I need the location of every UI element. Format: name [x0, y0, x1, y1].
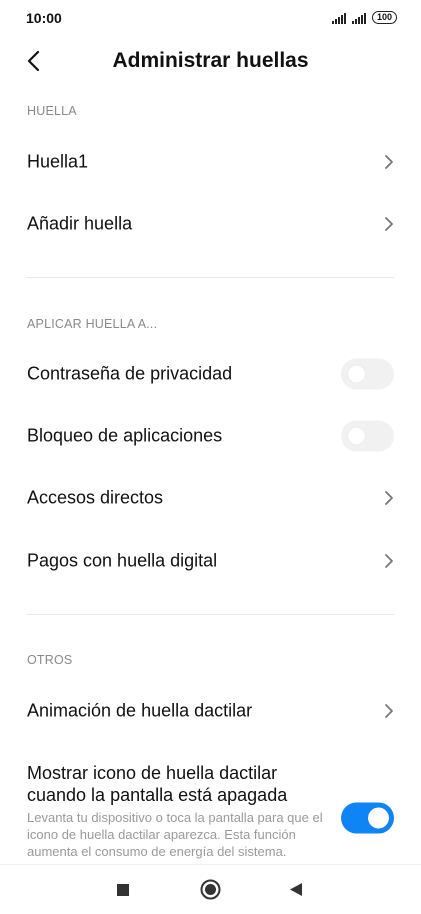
row-label: Bloqueo de aplicaciones — [27, 425, 223, 446]
battery-icon: 100 — [371, 11, 397, 24]
section-header-huella: HUELLA — [27, 104, 77, 118]
app-lock-toggle[interactable] — [341, 420, 394, 452]
home-circle-icon — [200, 879, 221, 900]
chevron-right-icon — [385, 704, 393, 718]
row-shortcuts[interactable]: Accesos directos — [0, 468, 421, 528]
row-label: Mostrar icono de huella dactilar cuando … — [27, 763, 288, 805]
app-header: Administrar huellas — [0, 42, 421, 80]
recents-button[interactable] — [116, 883, 130, 902]
divider — [27, 277, 394, 278]
recents-square-icon — [117, 884, 129, 896]
chevron-right-icon — [385, 155, 393, 169]
row-show-icon-screen-off[interactable]: Mostrar icono de huella dactilar cuando … — [0, 762, 421, 864]
divider — [27, 614, 394, 615]
nav-back-button[interactable] — [289, 882, 303, 902]
status-time: 10:00 — [26, 10, 62, 26]
row-huella1[interactable]: Huella1 — [0, 132, 421, 192]
back-triangle-icon — [290, 883, 302, 896]
show-icon-screen-off-toggle[interactable] — [341, 802, 394, 834]
chevron-right-icon — [385, 554, 393, 568]
privacy-password-toggle[interactable] — [341, 358, 394, 390]
status-icons: 100 — [331, 11, 397, 24]
page-title: Administrar huellas — [112, 49, 309, 72]
signal-icon — [331, 12, 346, 24]
system-nav-bar — [0, 864, 421, 914]
toggle-knob — [348, 427, 365, 445]
row-label: Accesos directos — [27, 487, 164, 508]
section-header-otros: OTROS — [27, 653, 73, 667]
chevron-right-icon — [385, 217, 393, 231]
section-header-aplicar: APLICAR HUELLA A... — [27, 317, 158, 331]
toggle-knob — [348, 365, 365, 383]
toggle-knob — [368, 807, 389, 829]
row-add-fingerprint[interactable]: Añadir huella — [0, 194, 421, 254]
signal-icon — [351, 12, 366, 24]
row-label: Contraseña de privacidad — [27, 363, 233, 384]
row-label: Animación de huella dactilar — [27, 700, 253, 721]
chevron-right-icon — [385, 491, 393, 505]
row-fingerprint-payments[interactable]: Pagos con huella digital — [0, 531, 421, 591]
status-bar: 10:00 100 — [0, 0, 421, 36]
row-fingerprint-animation[interactable]: Animación de huella dactilar — [0, 681, 421, 741]
row-description: Levanta tu dispositivo o toca la pantall… — [27, 810, 323, 859]
row-app-lock[interactable]: Bloqueo de aplicaciones — [0, 406, 421, 466]
row-label: Añadir huella — [27, 213, 133, 234]
row-privacy-password[interactable]: Contraseña de privacidad — [0, 344, 421, 404]
row-label: Pagos con huella digital — [27, 550, 218, 571]
home-button[interactable] — [200, 879, 221, 905]
row-label: Huella1 — [27, 151, 89, 172]
